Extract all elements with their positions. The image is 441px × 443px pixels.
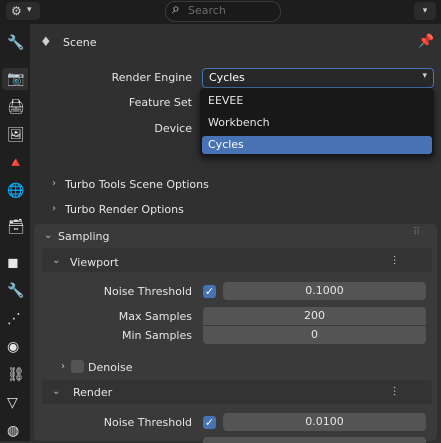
output-icon: 🖨	[7, 99, 25, 115]
menu-item-workbench[interactable]: Workbench	[202, 114, 432, 132]
search-placeholder: Search	[188, 4, 226, 17]
max-samples-field[interactable]: 200	[203, 307, 426, 325]
scene-icon: 🔺	[7, 155, 25, 171]
drag-handle-icon[interactable]: ⠿	[413, 227, 420, 238]
viewport-noise-threshold-label: Noise Threshold	[103, 285, 192, 298]
device-label: Device	[154, 122, 192, 135]
search-input[interactable]: ⌕ Search	[165, 1, 281, 22]
chevron-down-icon: ⌄	[52, 386, 61, 397]
max-samples-label: Max Samples	[118, 310, 192, 323]
sidebar-tab-view-layer[interactable]: 🖼	[2, 124, 28, 146]
chevron-right-icon: ›	[52, 203, 56, 214]
chevron-down-icon: ⌄	[44, 230, 53, 241]
pin-icon[interactable]: 📌	[418, 34, 434, 49]
chevron-right-icon: ›	[61, 361, 65, 372]
material-icon: ◍	[7, 423, 20, 439]
viewport-subpanel-header[interactable]: Viewport	[70, 256, 119, 269]
sidebar-tab-modifier[interactable]: 🔧	[2, 280, 28, 302]
sidebar-tab-physics[interactable]: ◉	[2, 336, 28, 358]
render-subpanel-header[interactable]: Render	[73, 386, 112, 399]
sidebar-tab-particles[interactable]: ⋰	[2, 308, 28, 330]
modifier-icon: 🔧	[7, 283, 25, 299]
editor-type-button[interactable]: ⚙ ▾	[6, 2, 40, 20]
render-noise-threshold-label: Noise Threshold	[103, 416, 192, 429]
render-noise-threshold-checkbox[interactable]: ✓	[203, 416, 216, 429]
feature-set-label: Feature Set	[128, 96, 192, 109]
render-icon: 📷	[7, 71, 25, 87]
tool-icon: 🔧	[7, 35, 25, 51]
sidebar-tab-object[interactable]: ◼	[2, 252, 28, 274]
sidebar-tab-world[interactable]: 🌐	[2, 180, 28, 202]
denoise-subpanel-header[interactable]: Denoise	[88, 361, 133, 374]
search-icon: ⌕	[172, 1, 180, 17]
presets-icon[interactable]: ⫶	[393, 385, 396, 400]
chevron-down-icon: ⌄	[52, 255, 61, 266]
turbo-render-panel-header[interactable]: Turbo Render Options	[65, 203, 184, 216]
sidebar-tab-material[interactable]: ◍	[2, 420, 28, 442]
sidebar-tab-constraints[interactable]: ⛓	[2, 364, 28, 386]
sidebar-tab-tool[interactable]: 🔧	[2, 32, 28, 54]
sampling-panel-header[interactable]: Sampling	[58, 230, 110, 243]
collection-icon: 🗃	[7, 219, 25, 235]
chevron-right-icon: ›	[52, 178, 56, 189]
properties-header: ⚙ ▾ ⌕ Search ▾	[0, 0, 441, 24]
breadcrumb-scene: Scene	[63, 36, 97, 49]
turbo-tools-panel-header[interactable]: Turbo Tools Scene Options	[65, 178, 209, 191]
next-field-partial[interactable]	[203, 437, 426, 443]
denoise-checkbox[interactable]	[71, 360, 84, 373]
properties-content: ♦ Scene 📌 Render Engine Cycles ▾ Feature…	[30, 24, 441, 443]
render-engine-dropdown[interactable]: Cycles ▾	[202, 68, 434, 88]
sidebar-tab-collection[interactable]: 🗃	[2, 216, 28, 238]
world-icon: 🌐	[7, 183, 25, 199]
render-engine-value: Cycles	[209, 71, 245, 84]
render-engine-menu: EEVEE Workbench Cycles	[200, 88, 434, 156]
particles-icon: ⋰	[7, 311, 21, 327]
min-samples-label: Min Samples	[122, 329, 192, 342]
properties-tab-bar: 🔧 📷 🖨 🖼 🔺 🌐 🗃 ◼ 🔧 ⋰ ◉ ⛓ ▽ ◍	[0, 24, 30, 441]
physics-icon: ◉	[7, 339, 20, 355]
chevron-down-icon: ▾	[422, 71, 427, 81]
presets-icon[interactable]: ⫶	[393, 254, 396, 269]
sidebar-tab-data[interactable]: ▽	[2, 392, 28, 414]
render-noise-threshold-field[interactable]: 0.0100	[223, 413, 426, 431]
object-icon: ◼	[7, 255, 19, 271]
sidebar-tab-render[interactable]: 📷	[2, 68, 28, 90]
viewport-noise-threshold-checkbox[interactable]: ✓	[203, 285, 216, 298]
constraints-icon: ⛓	[7, 367, 25, 383]
viewport-noise-threshold-field[interactable]: 0.1000	[223, 282, 426, 300]
scene-icon: ♦	[40, 35, 52, 50]
render-engine-label: Render Engine	[111, 71, 192, 84]
menu-item-cycles[interactable]: Cycles	[202, 136, 432, 154]
chevron-down-icon: ▾	[27, 5, 32, 15]
menu-item-eevee[interactable]: EEVEE	[202, 92, 432, 110]
data-icon: ▽	[7, 395, 18, 411]
properties-editor-icon: ⚙	[11, 4, 22, 18]
options-dropdown-button[interactable]: ▾	[414, 2, 436, 20]
sidebar-tab-output[interactable]: 🖨	[2, 96, 28, 118]
min-samples-field[interactable]: 0	[203, 326, 426, 344]
sidebar-tab-scene[interactable]: 🔺	[2, 152, 28, 174]
view-layer-icon: 🖼	[7, 127, 25, 143]
